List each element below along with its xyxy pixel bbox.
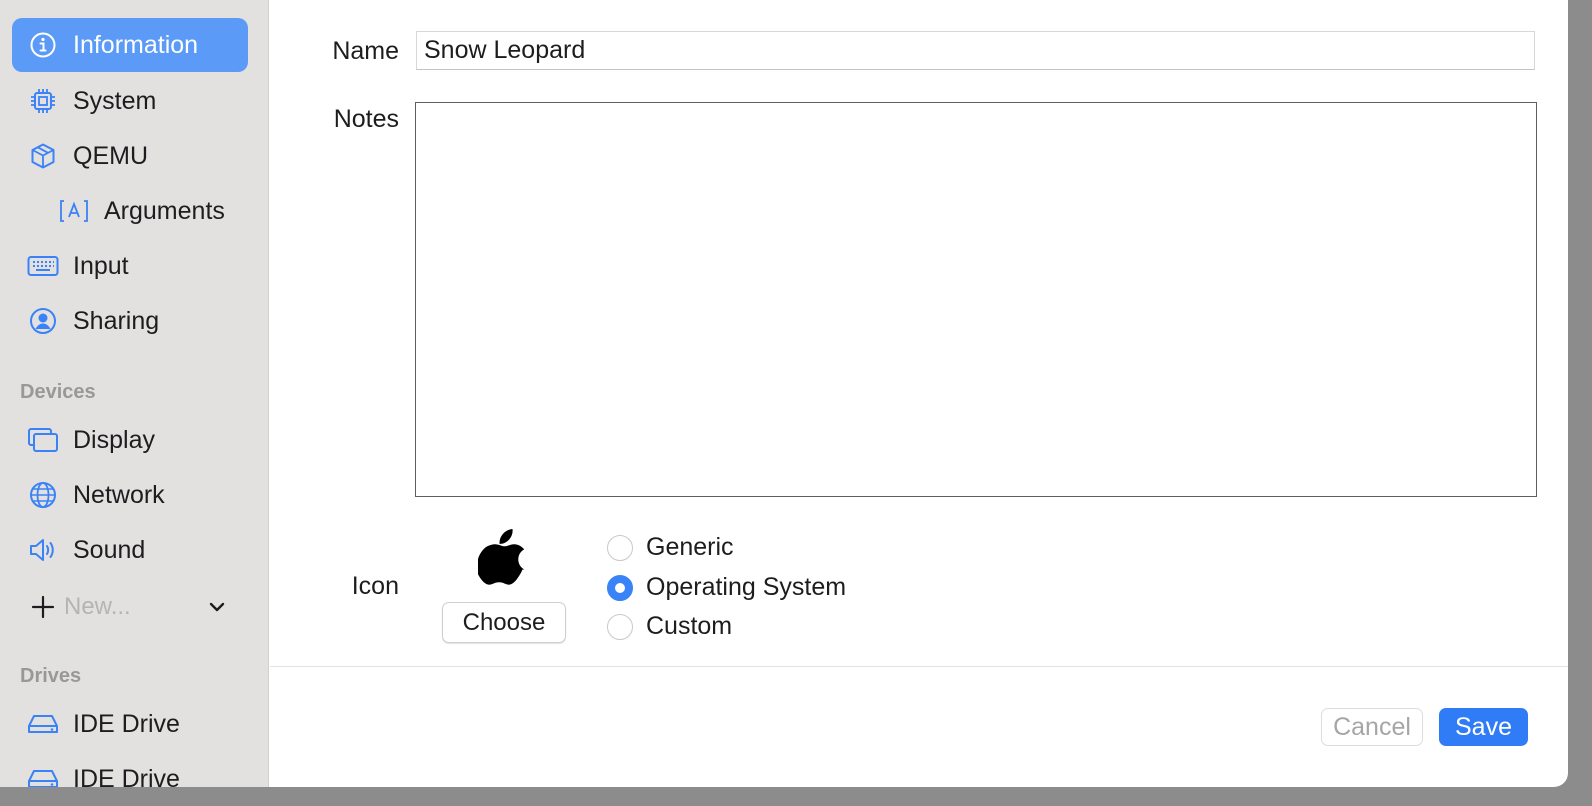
radio-label: Operating System	[646, 573, 847, 601]
display-windows-icon	[27, 424, 59, 456]
plus-icon	[31, 595, 55, 619]
sidebar-item-label: QEMU	[73, 141, 148, 170]
sidebar-item-label: Input	[73, 251, 129, 280]
new-device-menu[interactable]: New...	[12, 580, 248, 634]
sidebar-item-label: System	[73, 86, 157, 115]
radio-custom[interactable]: Custom	[607, 612, 732, 641]
sidebar-item-display[interactable]: Display	[12, 413, 248, 467]
radio-label: Custom	[646, 612, 733, 640]
sidebar-item-input[interactable]: Input	[12, 239, 248, 293]
radio-button[interactable]	[607, 613, 633, 640]
cpu-chip-icon	[27, 85, 59, 117]
drives-section-header: Drives	[20, 665, 82, 687]
notes-textarea[interactable]	[415, 102, 1537, 497]
cube-icon	[27, 140, 59, 172]
chevron-down-icon[interactable]	[208, 598, 226, 616]
sidebar-item-label: Display	[73, 425, 155, 454]
sidebar-item-arguments[interactable]: Arguments	[12, 184, 248, 238]
choose-button[interactable]: Choose	[442, 602, 566, 643]
sidebar-item-ide-drive[interactable]: IDE Drive	[12, 752, 248, 787]
radio-generic[interactable]: Generic	[607, 533, 734, 562]
footer-divider	[270, 666, 1568, 667]
radio-button[interactable]	[607, 534, 633, 561]
globe-network-icon	[27, 479, 59, 511]
radio-operating-system[interactable]: Operating System	[607, 573, 846, 602]
sidebar-item-sound[interactable]: Sound	[12, 523, 248, 577]
sidebar-item-label: Sharing	[73, 306, 160, 335]
sidebar-item-sharing[interactable]: Sharing	[12, 294, 248, 348]
sidebar-item-information[interactable]: Information	[12, 18, 248, 72]
notes-label: Notes	[333, 105, 399, 133]
sidebar-item-ide-drive[interactable]: IDE Drive	[12, 697, 248, 751]
sidebar-item-label: Information	[73, 30, 199, 59]
sidebar-item-label: IDE Drive	[73, 764, 180, 788]
text-box-a-icon	[58, 195, 90, 227]
devices-section-header: Devices	[20, 381, 96, 403]
icon-label: Icon	[351, 572, 399, 600]
sidebar: Information System QEMU Arguments Input	[0, 0, 269, 787]
sidebar-item-label: Arguments	[104, 196, 225, 225]
sidebar-item-label: Network	[73, 480, 165, 509]
radio-button-selected[interactable]	[607, 574, 633, 601]
sidebar-item-label: IDE Drive	[73, 709, 180, 738]
new-device-label: New...	[64, 593, 131, 620]
sidebar-item-network[interactable]: Network	[12, 468, 248, 522]
name-label: Name	[332, 37, 399, 65]
person-circle-icon	[27, 305, 59, 337]
drive-icon	[27, 763, 59, 787]
sidebar-item-system[interactable]: System	[12, 74, 248, 128]
radio-label: Generic	[646, 533, 734, 561]
drive-icon	[27, 708, 59, 740]
speaker-icon	[27, 534, 59, 566]
settings-window: Information System QEMU Arguments Input	[0, 0, 1568, 787]
sidebar-item-label: Sound	[73, 535, 146, 564]
sidebar-item-qemu[interactable]: QEMU	[12, 129, 248, 183]
cancel-button[interactable]: Cancel	[1321, 708, 1423, 746]
keyboard-icon	[27, 250, 59, 282]
name-field[interactable]	[416, 31, 1535, 70]
info-circle-icon	[27, 29, 59, 61]
apple-logo-icon	[478, 529, 525, 585]
save-button[interactable]: Save	[1439, 708, 1528, 746]
